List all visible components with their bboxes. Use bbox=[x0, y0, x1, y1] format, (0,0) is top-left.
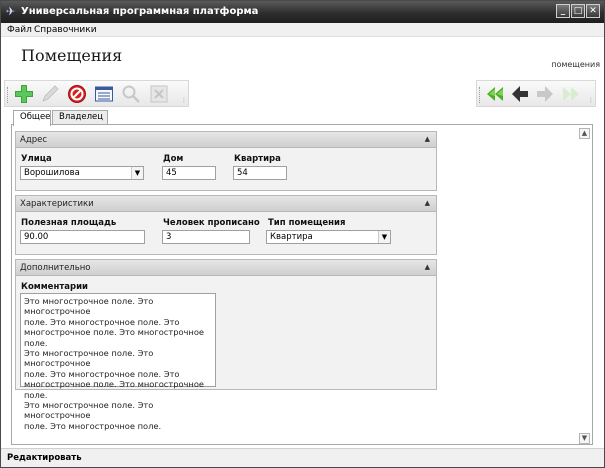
section-extra-header[interactable]: Дополнительно ▲ bbox=[16, 260, 436, 276]
room-type-value: Квартира bbox=[270, 232, 313, 242]
maximize-button[interactable]: □ bbox=[571, 4, 585, 18]
chevron-down-icon[interactable]: ▼ bbox=[378, 231, 390, 243]
delete-icon[interactable] bbox=[67, 84, 87, 104]
street-select[interactable]: Ворошилова ▼ bbox=[20, 166, 144, 180]
page-title: Помещения bbox=[21, 46, 123, 65]
excel-icon[interactable] bbox=[149, 84, 169, 104]
room-type-select[interactable]: Квартира ▼ bbox=[266, 230, 391, 244]
search-icon[interactable] bbox=[121, 84, 141, 104]
section-characteristics: Характеристики ▲ Полезная площадь 90.00 … bbox=[15, 195, 437, 255]
comment-line: поле. Это многострочное поле. Это bbox=[24, 368, 180, 379]
tab-owner[interactable]: Владелец bbox=[52, 110, 108, 125]
menu-references[interactable]: Справочники bbox=[34, 24, 97, 36]
section-title: Дополнительно bbox=[20, 263, 91, 273]
add-icon[interactable] bbox=[14, 84, 34, 104]
toolbar-grip[interactable] bbox=[479, 87, 481, 103]
house-input[interactable]: 45 bbox=[162, 166, 216, 180]
area-label: Полезная площадь bbox=[21, 218, 117, 228]
comment-line: поле. Это многострочное поле. Это bbox=[24, 316, 180, 327]
tab-content: Адрес ▲ Улица Ворошилова ▼ Дом 45 Кварти… bbox=[11, 124, 593, 445]
apartment-label: Квартира bbox=[234, 154, 281, 164]
room-type-label: Тип помещения bbox=[268, 218, 346, 228]
residents-input[interactable]: 3 bbox=[162, 230, 250, 244]
scroll-down-icon[interactable]: ▼ bbox=[579, 433, 590, 444]
minimize-button[interactable]: _ bbox=[556, 4, 570, 18]
toolbar-navigation: ⋮ bbox=[476, 80, 596, 107]
menu-file[interactable]: Файл bbox=[7, 24, 32, 36]
section-address: Адрес ▲ Улица Ворошилова ▼ Дом 45 Кварти… bbox=[15, 131, 437, 191]
comment-line: поле. Это многострочное поле. bbox=[24, 420, 162, 431]
last-icon[interactable] bbox=[561, 84, 581, 104]
app-window: ✈ Универсальная программная платформа _ … bbox=[0, 0, 605, 468]
toolbar-grip[interactable] bbox=[7, 87, 9, 103]
section-characteristics-header[interactable]: Характеристики ▲ bbox=[16, 196, 436, 212]
bird-icon: ✈ bbox=[6, 5, 16, 18]
area-input[interactable]: 90.00 bbox=[20, 230, 145, 244]
status-bar: Редактировать bbox=[1, 448, 604, 467]
edit-icon[interactable] bbox=[40, 84, 60, 104]
next-icon[interactable] bbox=[535, 84, 555, 104]
comments-label: Комментарии bbox=[21, 282, 88, 292]
residents-label: Человек прописано bbox=[163, 218, 260, 228]
house-label: Дом bbox=[163, 154, 184, 164]
comment-line: Это многострочное поле. Это многострочно… bbox=[24, 296, 154, 317]
section-title: Характеристики bbox=[20, 199, 94, 209]
collapse-icon[interactable]: ▲ bbox=[425, 199, 430, 207]
comment-line: многострочное поле. Это многострочное по… bbox=[24, 379, 205, 400]
collapse-icon[interactable]: ▲ bbox=[425, 135, 430, 143]
toolbar-overflow-icon[interactable]: ⋮ bbox=[181, 97, 187, 104]
apartment-input[interactable]: 54 bbox=[233, 166, 287, 180]
toolbar-actions: ⋮ bbox=[4, 80, 189, 107]
list-icon[interactable] bbox=[94, 84, 114, 104]
comment-line: Это многострочное поле. Это многострочно… bbox=[24, 348, 154, 369]
title-bar[interactable]: ✈ Универсальная программная платформа _ … bbox=[1, 1, 604, 23]
status-text: Редактировать bbox=[7, 453, 82, 463]
scroll-up-icon[interactable]: ▲ bbox=[579, 128, 590, 139]
collapse-icon[interactable]: ▲ bbox=[425, 263, 430, 271]
street-value: Ворошилова bbox=[24, 168, 80, 178]
section-extra: Дополнительно ▲ Комментарии Это многостр… bbox=[15, 259, 437, 431]
street-label: Улица bbox=[21, 154, 52, 164]
comment-line: многострочное поле. Это многострочное по… bbox=[24, 327, 205, 348]
vertical-scrollbar[interactable]: ▲ ▼ bbox=[579, 128, 590, 444]
toolbar: ⋮ ⋮ bbox=[1, 78, 604, 108]
tab-general[interactable]: Общее bbox=[13, 110, 51, 126]
section-title: Адрес bbox=[20, 135, 47, 145]
chevron-down-icon[interactable]: ▼ bbox=[131, 167, 143, 179]
page-header: Помещения помещения bbox=[1, 38, 604, 78]
window-title: Универсальная программная платформа bbox=[21, 6, 259, 17]
section-address-header[interactable]: Адрес ▲ bbox=[16, 132, 436, 148]
toolbar-overflow-icon[interactable]: ⋮ bbox=[588, 97, 594, 104]
close-button[interactable]: ✕ bbox=[586, 4, 600, 18]
comment-line: Это многострочное поле. Это многострочно… bbox=[24, 400, 154, 421]
menu-bar: Файл Справочники bbox=[1, 23, 604, 37]
first-icon[interactable] bbox=[485, 84, 505, 104]
prev-icon[interactable] bbox=[510, 84, 530, 104]
comments-textarea[interactable]: Это многострочное поле. Это многострочно… bbox=[20, 293, 216, 431]
breadcrumb: помещения bbox=[551, 60, 600, 69]
